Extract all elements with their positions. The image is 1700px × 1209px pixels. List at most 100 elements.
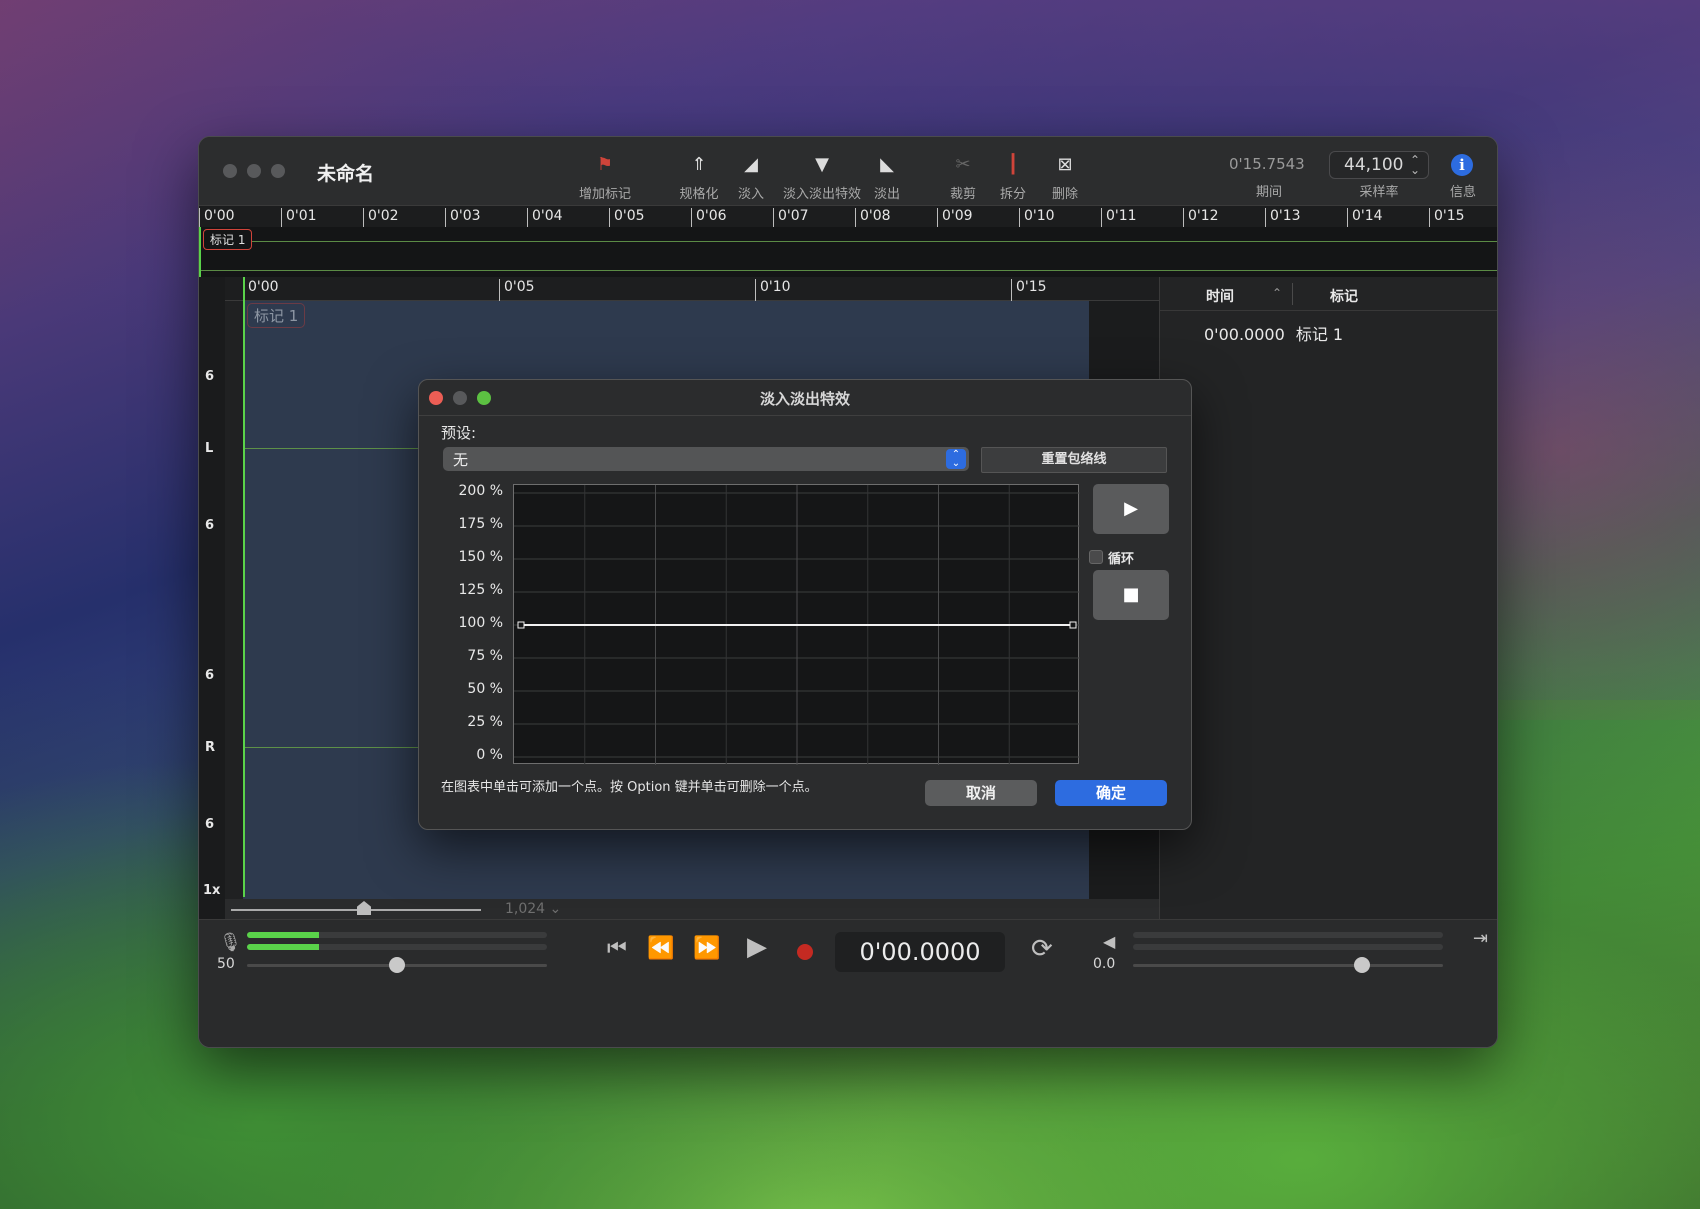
input-volume-knob[interactable]: [389, 957, 405, 973]
markers-panel: 时间 ⌃ 标记 0'00.0000 标记 1: [1159, 277, 1497, 919]
sort-ascending-icon[interactable]: ⌃: [1272, 286, 1282, 300]
preset-label: 预设:: [441, 424, 477, 442]
left-channel-waveform: [243, 448, 433, 449]
channel-left-label: L: [205, 441, 214, 456]
speaker-icon: ◀: [1103, 932, 1116, 951]
markers-header: 时间 ⌃ 标记: [1160, 277, 1497, 311]
output-meter-left: [1133, 932, 1443, 938]
envelope-svg[interactable]: [514, 485, 1080, 765]
output-volume-slider[interactable]: [1133, 964, 1443, 967]
preset-select[interactable]: 无 ⌃ ⌄: [443, 447, 969, 471]
waveform-ruler: 0'00 0'05 0'10 0'15: [225, 277, 1159, 301]
input-meter-left: [247, 932, 547, 938]
output-meter-right: [1133, 944, 1443, 950]
playhead[interactable]: [243, 277, 245, 897]
overview-channel-line: [245, 241, 1497, 242]
zoom-window-button[interactable]: [271, 164, 285, 178]
fast-forward-icon[interactable]: ⏩: [693, 936, 720, 961]
sample-rate-stepper[interactable]: 44,100 ⌃ ⌄: [1329, 151, 1429, 179]
ruler-tick: 0'15: [1429, 208, 1465, 228]
column-marker[interactable]: 标记: [1330, 286, 1358, 306]
output-level-value: 0.0: [1093, 956, 1116, 972]
zoom-level-label: 1x: [203, 883, 221, 898]
transport-bar: 🎙 50 ⏮ ⏪ ⏩ ▶ 0'00.0000 ⟳ ◀ 0.0 ⇥: [199, 919, 1497, 1047]
close-window-button[interactable]: [223, 164, 237, 178]
microphone-icon: 🎙: [219, 932, 242, 953]
y-axis-label: 125 %: [458, 582, 503, 598]
preview-play-button[interactable]: ▶: [1093, 484, 1169, 534]
overview-waveform[interactable]: 标记 1: [199, 227, 1497, 277]
duration-value: 0'15.7543: [1229, 155, 1305, 173]
delete-button[interactable]: ⊠ 删除: [1043, 151, 1087, 203]
y-axis-label: 175 %: [458, 516, 503, 532]
sample-rate-label: 采样率: [1359, 185, 1399, 200]
marker-row[interactable]: 0'00.0000 标记 1: [1204, 321, 1343, 345]
duration-label: 期间: [1255, 185, 1282, 200]
ruler-tick: 0'05: [499, 279, 535, 301]
zoom-value-dropdown[interactable]: 1,024 ⌄: [505, 901, 561, 917]
window-title: 未命名: [317, 163, 375, 185]
ruler-tick: 0'10: [755, 279, 791, 301]
chevron-updown-icon: ⌃ ⌄: [946, 449, 966, 469]
y-axis-label: 0 %: [476, 747, 503, 763]
reset-envelope-button[interactable]: 重置包络线: [981, 447, 1167, 473]
column-divider: [1292, 283, 1293, 305]
loop-icon[interactable]: ⟳: [1031, 934, 1053, 964]
zoom-slider-thumb[interactable]: [357, 901, 371, 915]
scale-label: 6: [205, 369, 215, 384]
cancel-button[interactable]: 取消: [925, 780, 1037, 806]
trim-icon: ✂: [955, 153, 971, 175]
dialog-title-bar: 淡入淡出特效: [419, 380, 1191, 416]
fade-in-button[interactable]: ◢ 淡入: [729, 151, 773, 203]
y-axis-label: 150 %: [458, 549, 503, 565]
normalize-icon: ⇑: [691, 153, 707, 175]
ruler-tick: 0'05: [609, 208, 645, 228]
overview-marker[interactable]: 标记 1: [203, 229, 253, 250]
ruler-tick: 0'00: [243, 279, 279, 301]
title-bar: 未命名 ⚑ 增加标记 ⇑ 规格化 ◢ 淡入 ▼ 淡入淡出特效 ◣ 淡出 ✂ 裁剪…: [199, 137, 1497, 205]
input-level-value: 50: [217, 956, 235, 972]
envelope-start-point[interactable]: [517, 621, 525, 629]
waveform-marker[interactable]: 标记 1: [247, 303, 306, 328]
scale-label: 6: [205, 817, 215, 832]
split-button[interactable]: ┃ 拆分: [991, 151, 1035, 203]
fade-in-icon: ◢: [744, 153, 758, 175]
meter-fill: [247, 932, 319, 938]
go-to-start-icon[interactable]: ⏮: [607, 936, 627, 961]
column-time[interactable]: 时间: [1206, 286, 1234, 306]
level-scale: 6 L 6 6 R 6 1x: [199, 277, 225, 919]
ruler-tick: 0'07: [773, 208, 809, 228]
overview-channel-line: [201, 270, 1497, 271]
fade-effect-button[interactable]: ▼ 淡入淡出特效: [777, 151, 867, 203]
record-icon[interactable]: [797, 944, 813, 960]
ok-button[interactable]: 确定: [1055, 780, 1167, 806]
play-icon[interactable]: ▶: [747, 932, 767, 962]
exit-icon[interactable]: ⇥: [1473, 928, 1488, 949]
zoom-slider[interactable]: [231, 905, 481, 911]
normalize-button[interactable]: ⇑ 规格化: [669, 151, 729, 203]
ruler-tick: 0'00: [199, 208, 235, 228]
split-icon: ┃: [1007, 153, 1019, 175]
loop-checkbox[interactable]: [1089, 550, 1103, 564]
info-icon[interactable]: i: [1451, 154, 1473, 176]
envelope-graph[interactable]: [513, 484, 1080, 765]
preview-stop-button[interactable]: ■: [1093, 570, 1169, 620]
fade-effect-icon: ▼: [815, 153, 829, 175]
y-axis-label: 75 %: [467, 648, 503, 664]
ruler-tick: 0'12: [1183, 208, 1219, 228]
ruler-tick: 0'11: [1101, 208, 1137, 228]
ruler-tick: 0'02: [363, 208, 399, 228]
envelope-end-point[interactable]: [1069, 621, 1077, 629]
trim-button[interactable]: ✂ 裁剪: [941, 151, 985, 203]
overview-ruler: 0'00 0'01 0'02 0'03 0'04 0'05 0'06 0'07 …: [199, 205, 1497, 228]
add-marker-icon: ⚑: [596, 153, 614, 175]
y-axis-label: 25 %: [467, 714, 503, 730]
rewind-icon[interactable]: ⏪: [647, 936, 674, 961]
fade-out-button[interactable]: ◣ 淡出: [865, 151, 909, 203]
output-volume-knob[interactable]: [1354, 957, 1371, 973]
ruler-tick: 0'10: [1019, 208, 1055, 228]
ruler-tick: 0'01: [281, 208, 317, 228]
add-marker-button[interactable]: ⚑ 增加标记: [569, 151, 641, 203]
minimize-window-button[interactable]: [247, 164, 261, 178]
channel-right-label: R: [205, 740, 216, 755]
